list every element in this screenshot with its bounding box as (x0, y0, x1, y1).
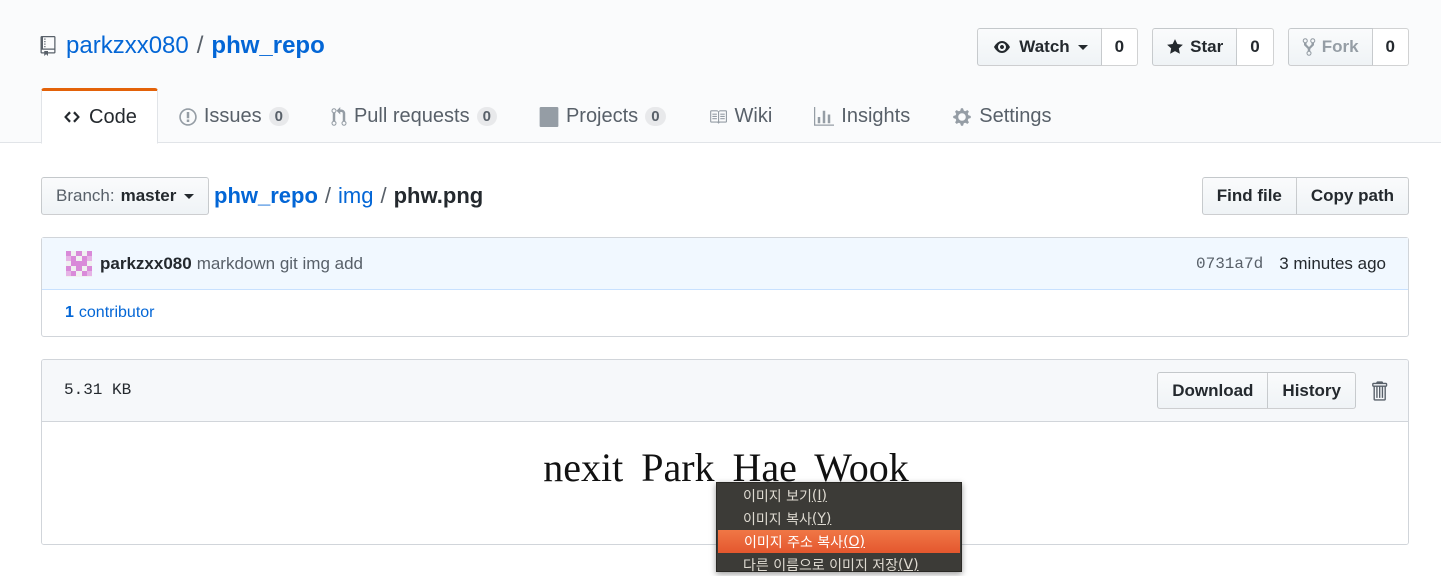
repo-header: parkzxx080 / phw_repo Watch 0 Star 0 For… (0, 0, 1441, 144)
repo-actions: Watch 0 Star 0 Fork 0 (977, 28, 1409, 66)
menu-item-label: 이미지 보기 (743, 488, 812, 505)
repo-nav: Code Issues 0 Pull requests 0 Projects 0 (41, 88, 1073, 144)
repo-title-separator: / (196, 32, 204, 59)
trash-icon[interactable] (1370, 380, 1388, 402)
branch-label: Branch: (56, 186, 115, 205)
copy-path-button[interactable]: Copy path (1296, 177, 1409, 215)
file-actions: Download History (1157, 372, 1388, 409)
commit-meta: 0731a7d 3 minutes ago (1196, 238, 1386, 290)
file-navigation: Branch: master phw_repo / img / phw.png … (41, 177, 1409, 215)
menu-item-copy-image[interactable]: 이미지 복사 (Y) (717, 507, 961, 530)
star-label: Star (1190, 37, 1224, 56)
book-icon (709, 109, 727, 124)
context-menu: 이미지 보기 (I) 이미지 복사 (Y) 이미지 주소 복사 (O) 다른 이… (716, 482, 962, 574)
commit-message[interactable]: markdown git img add (197, 254, 363, 274)
repo-owner-link[interactable]: parkzxx080 (66, 32, 189, 60)
file-button-group: Download History (1157, 372, 1356, 409)
tab-wiki-label: Wiki (734, 105, 773, 127)
issue-icon (179, 107, 197, 126)
star-button[interactable]: Star (1152, 28, 1238, 66)
menu-item-open-image[interactable]: 이미지 보기 (I) (717, 484, 961, 507)
breadcrumb-separator: / (380, 183, 387, 208)
fork-count[interactable]: 0 (1372, 28, 1409, 66)
commit-box: parkzxx080 markdown git img add 0731a7d … (41, 237, 1409, 337)
projects-counter: 0 (645, 107, 666, 126)
tab-settings-label: Settings (979, 105, 1052, 127)
tab-issues-label: Issues (203, 105, 262, 127)
graph-icon (814, 106, 835, 126)
chevron-down-icon (184, 193, 195, 199)
gear-icon (953, 107, 971, 126)
project-icon (539, 106, 559, 127)
tab-wiki[interactable]: Wiki (687, 88, 794, 143)
fork-icon (1302, 38, 1315, 56)
code-icon (64, 111, 80, 123)
menu-item-shortcut: (V) (898, 556, 919, 573)
branch-select-button[interactable]: Branch: master (41, 177, 210, 215)
menu-item-copy-image-address[interactable]: 이미지 주소 복사 (O) (718, 530, 960, 553)
tab-projects-label: Projects (565, 105, 639, 127)
watch-label: Watch (1019, 37, 1070, 56)
repo-name-link[interactable]: phw_repo (211, 32, 324, 60)
watch-button[interactable]: Watch (977, 28, 1102, 66)
pull-request-icon (331, 106, 347, 126)
tab-insights-label: Insights (841, 105, 911, 127)
breadcrumb: phw_repo / img / phw.png (214, 177, 483, 215)
issues-counter: 0 (268, 107, 289, 126)
tab-pull-requests[interactable]: Pull requests 0 (310, 88, 518, 143)
breadcrumb-separator: / (324, 183, 332, 208)
pull-requests-counter: 0 (476, 107, 497, 126)
tab-pull-requests-label: Pull requests (353, 105, 470, 127)
tab-insights[interactable]: Insights (793, 88, 931, 143)
repo-title: parkzxx080 / phw_repo (40, 31, 325, 61)
file-header: 5.31 KB Download History (42, 360, 1408, 422)
repo-icon (40, 36, 56, 56)
menu-item-save-image-as[interactable]: 다른 이름으로 이미지 저장 (V) (717, 553, 961, 576)
menu-item-shortcut: (I) (811, 487, 827, 504)
menu-item-label: 이미지 주소 복사 (744, 534, 844, 551)
fork-group: Fork 0 (1287, 28, 1409, 66)
tab-issues[interactable]: Issues 0 (158, 88, 310, 143)
avatar[interactable] (66, 250, 92, 277)
breadcrumb-folder-link[interactable]: img (338, 183, 373, 209)
eye-icon (994, 41, 1011, 53)
star-group: Star 0 (1152, 28, 1274, 66)
tab-settings[interactable]: Settings (931, 88, 1072, 143)
watch-count[interactable]: 0 (1101, 28, 1139, 66)
tab-code-label: Code (89, 105, 137, 128)
star-icon (1167, 39, 1184, 54)
commit-time: 3 minutes ago (1279, 254, 1386, 273)
chevron-down-icon (1077, 44, 1088, 50)
commit-author-link[interactable]: parkzxx080 (100, 254, 192, 274)
breadcrumb-file-name: phw.png (393, 183, 484, 208)
commit-sha-link[interactable]: 0731a7d (1196, 255, 1263, 273)
file-nav-actions: Find file Copy path (1201, 177, 1409, 215)
breadcrumb-repo-link[interactable]: phw_repo (214, 183, 318, 209)
contributors-link[interactable]: 1 contributor (42, 290, 1408, 336)
contributors-label: contributor (78, 304, 155, 321)
find-file-button[interactable]: Find file (1201, 177, 1297, 215)
download-button[interactable]: Download (1157, 372, 1269, 409)
menu-item-shortcut: (O) (843, 533, 866, 550)
contributors-count: 1 (65, 304, 74, 321)
watch-group: Watch 0 (977, 28, 1139, 66)
branch-name: master (120, 186, 177, 205)
fork-button[interactable]: Fork (1287, 28, 1373, 66)
fork-label: Fork (1321, 37, 1359, 56)
menu-item-label: 다른 이름으로 이미지 저장 (743, 557, 899, 574)
history-button[interactable]: History (1268, 372, 1356, 409)
menu-item-shortcut: (Y) (811, 510, 832, 527)
menu-item-label: 이미지 복사 (743, 511, 812, 528)
commit-tease: parkzxx080 markdown git img add 0731a7d … (42, 238, 1408, 290)
tab-code[interactable]: Code (41, 88, 158, 144)
tab-projects[interactable]: Projects 0 (518, 88, 687, 143)
star-count[interactable]: 0 (1237, 28, 1274, 66)
file-size: 5.31 KB (64, 381, 132, 399)
